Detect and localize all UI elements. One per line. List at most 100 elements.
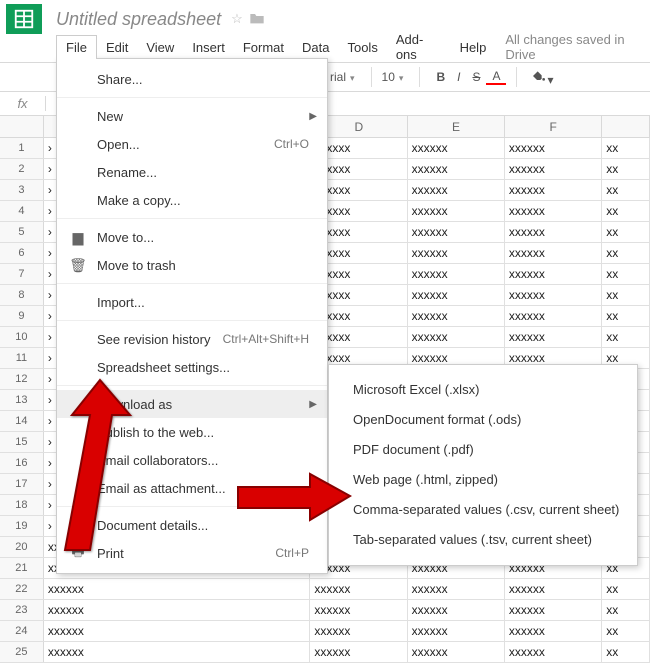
cell[interactable]: xxxxxx	[408, 243, 505, 263]
cell[interactable]: xxxxxx	[505, 180, 602, 200]
cell[interactable]: xx	[602, 600, 650, 620]
menu-download-as[interactable]: Download as▶	[57, 390, 327, 418]
menu-view[interactable]: View	[137, 36, 183, 59]
cell[interactable]: xxxxxx	[505, 579, 602, 599]
menu-email-attachment[interactable]: Email as attachment...	[57, 474, 327, 502]
menu-spreadsheet-settings[interactable]: Spreadsheet settings...	[57, 353, 327, 381]
menu-move-to[interactable]: ▆Move to...	[57, 223, 327, 251]
cell[interactable]: xxxxxx	[505, 243, 602, 263]
row-header[interactable]: 20	[0, 537, 44, 557]
cell[interactable]: xxxxxx	[408, 264, 505, 284]
download-html[interactable]: Web page (.html, zipped)	[329, 465, 637, 495]
font-select[interactable]: rial	[330, 70, 355, 84]
cell[interactable]: xxxxxx	[408, 138, 505, 158]
cell[interactable]: xxxxxx	[310, 600, 407, 620]
cell[interactable]: xxxxxx	[505, 264, 602, 284]
row-header[interactable]: 14	[0, 411, 44, 431]
italic-button[interactable]: I	[451, 70, 466, 84]
cell[interactable]: xxxxxx	[505, 285, 602, 305]
cell[interactable]: xxxxxx	[408, 579, 505, 599]
menu-data[interactable]: Data	[293, 36, 338, 59]
row-header[interactable]: 24	[0, 621, 44, 641]
menu-import[interactable]: Import...	[57, 288, 327, 316]
cell[interactable]: xxxxxx	[408, 327, 505, 347]
cell[interactable]: xx	[602, 306, 650, 326]
cell[interactable]: xxxxxx	[44, 579, 311, 599]
menu-print[interactable]: 🖶PrintCtrl+P	[57, 539, 327, 567]
bold-button[interactable]: B	[430, 70, 451, 84]
cell[interactable]: xxxxxx	[310, 579, 407, 599]
cell[interactable]: xxxxxx	[408, 306, 505, 326]
row-header[interactable]: 9	[0, 306, 44, 326]
menu-open[interactable]: Open...Ctrl+O	[57, 130, 327, 158]
cell[interactable]: xx	[602, 180, 650, 200]
cell[interactable]: xxxxxx	[505, 621, 602, 641]
cell[interactable]: xxxxxx	[505, 138, 602, 158]
menu-publish-web[interactable]: Publish to the web...	[57, 418, 327, 446]
row-header[interactable]: 25	[0, 642, 44, 662]
menu-email-collaborators[interactable]: Email collaborators...	[57, 446, 327, 474]
row-header[interactable]: 11	[0, 348, 44, 368]
cell[interactable]: xx	[602, 201, 650, 221]
download-ods[interactable]: OpenDocument format (.ods)	[329, 405, 637, 435]
menu-file[interactable]: File	[56, 35, 97, 59]
text-color-button[interactable]: A	[486, 69, 506, 85]
row-header[interactable]: 13	[0, 390, 44, 410]
cell[interactable]: xxxxxx	[505, 600, 602, 620]
row-header[interactable]: 22	[0, 579, 44, 599]
row-header[interactable]: 2	[0, 159, 44, 179]
row-header[interactable]: 18	[0, 495, 44, 515]
cell[interactable]: xxxxxx	[408, 600, 505, 620]
row-header[interactable]: 5	[0, 222, 44, 242]
download-tsv[interactable]: Tab-separated values (.tsv, current shee…	[329, 525, 637, 555]
menu-edit[interactable]: Edit	[97, 36, 137, 59]
cell[interactable]: xxxxxx	[408, 201, 505, 221]
menu-format[interactable]: Format	[234, 36, 293, 59]
row-header[interactable]: 21	[0, 558, 44, 578]
strike-button[interactable]: S	[466, 70, 486, 84]
row-header[interactable]: 4	[0, 201, 44, 221]
cell[interactable]: xx	[602, 285, 650, 305]
fill-color-button[interactable]: ▾	[527, 68, 557, 87]
cell[interactable]: xxxxxx	[505, 201, 602, 221]
sheets-app-icon[interactable]	[6, 4, 42, 34]
cell[interactable]: xxxxxx	[310, 621, 407, 641]
row-header[interactable]: 17	[0, 474, 44, 494]
cell[interactable]: xx	[602, 243, 650, 263]
col-header-e[interactable]: E	[408, 116, 505, 137]
menu-move-trash[interactable]: 🗑Move to trash	[57, 251, 327, 279]
row-header[interactable]: 6	[0, 243, 44, 263]
cell[interactable]: xx	[602, 621, 650, 641]
cell[interactable]: xxxxxx	[408, 285, 505, 305]
cell[interactable]: xxxxxx	[505, 642, 602, 662]
cell[interactable]: xx	[602, 222, 650, 242]
cell[interactable]: xx	[602, 642, 650, 662]
menu-tools[interactable]: Tools	[338, 36, 386, 59]
cell[interactable]: xxxxxx	[408, 642, 505, 662]
menu-make-copy[interactable]: Make a copy...	[57, 186, 327, 214]
cell[interactable]: xxxxxx	[310, 642, 407, 662]
menu-new[interactable]: New▶	[57, 102, 327, 130]
cell[interactable]: xxxxxx	[44, 621, 311, 641]
row-header[interactable]: 1	[0, 138, 44, 158]
cell[interactable]: xx	[602, 264, 650, 284]
col-header[interactable]	[602, 116, 650, 137]
cell[interactable]: xx	[602, 327, 650, 347]
doc-title[interactable]: Untitled spreadsheet	[56, 9, 221, 30]
cell[interactable]: xxxxxx	[408, 159, 505, 179]
row-header[interactable]: 3	[0, 180, 44, 200]
cell[interactable]: xxxxxx	[505, 327, 602, 347]
cell[interactable]: xx	[602, 579, 650, 599]
menu-revision-history[interactable]: See revision historyCtrl+Alt+Shift+H	[57, 325, 327, 353]
cell[interactable]: xxxxxx	[44, 600, 311, 620]
download-pdf[interactable]: PDF document (.pdf)	[329, 435, 637, 465]
menu-rename[interactable]: Rename...	[57, 158, 327, 186]
cell[interactable]: xxxxxx	[44, 642, 311, 662]
cell[interactable]: xxxxxx	[505, 222, 602, 242]
col-header-f[interactable]: F	[505, 116, 602, 137]
menu-help[interactable]: Help	[451, 36, 496, 59]
cell[interactable]: xxxxxx	[408, 222, 505, 242]
row-header[interactable]: 7	[0, 264, 44, 284]
menu-share[interactable]: Share...	[57, 65, 327, 93]
row-header[interactable]: 12	[0, 369, 44, 389]
